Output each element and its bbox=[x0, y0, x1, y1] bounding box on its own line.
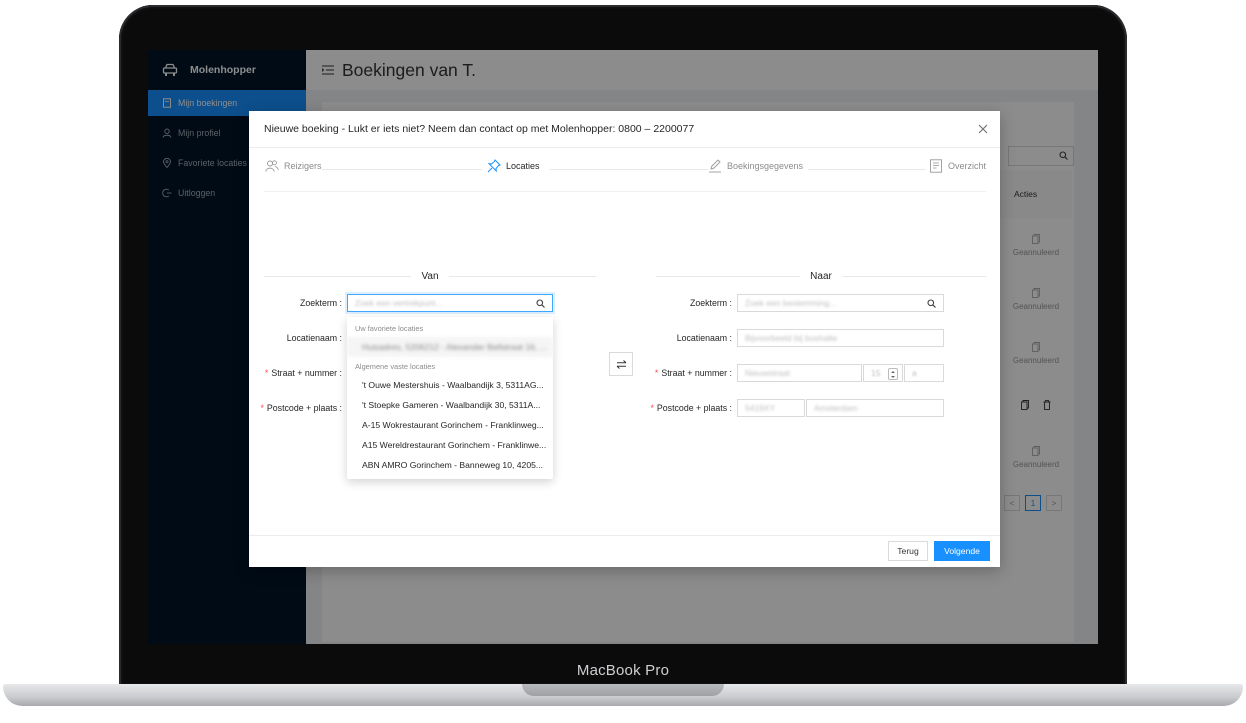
back-button[interactable]: Terug bbox=[888, 541, 928, 561]
van-straat-label: * Straat + nummer : bbox=[264, 368, 342, 378]
van-locatienaam-label: Locatienaam : bbox=[286, 333, 342, 343]
section-title: Naar bbox=[810, 270, 832, 282]
number-stepper[interactable] bbox=[888, 368, 898, 380]
section-title: Van bbox=[421, 270, 439, 282]
modal-footer-divider bbox=[249, 535, 1000, 536]
naar-postcode-label: * Postcode + plaats : bbox=[650, 403, 732, 413]
naar-search-input[interactable]: Zoek een bestemming... bbox=[737, 294, 944, 312]
step-connector bbox=[550, 169, 710, 170]
steps-divider bbox=[264, 191, 986, 192]
naar-locatienaam-input[interactable]: Bijvoorbeeld bij bushalte bbox=[737, 329, 944, 347]
steps-bar: Reizigers Locaties Boekingsgegevens Over… bbox=[264, 159, 987, 179]
step-connector bbox=[322, 169, 482, 170]
step-label: Overzicht bbox=[948, 161, 987, 171]
van-heading: Van bbox=[264, 269, 596, 283]
step-label: Reizigers bbox=[284, 161, 322, 171]
modal-title: Nieuwe boeking - Lukt er iets niet? Neem… bbox=[264, 123, 695, 135]
modal-header: Nieuwe boeking - Lukt er iets niet? Neem… bbox=[249, 111, 1000, 148]
naar-street-input[interactable]: Nieuwstraat bbox=[737, 364, 862, 382]
close-icon[interactable] bbox=[977, 123, 989, 135]
new-booking-modal: Nieuwe boeking - Lukt er iets niet? Neem… bbox=[249, 111, 1000, 567]
laptop-notch bbox=[522, 684, 724, 696]
step-label: Locaties bbox=[506, 161, 540, 171]
naar-postcode-input[interactable]: 5419XY bbox=[737, 399, 805, 417]
pin-icon bbox=[487, 159, 501, 173]
naar-heading: Naar bbox=[656, 269, 986, 283]
search-icon[interactable] bbox=[536, 299, 545, 308]
swap-locations-button[interactable] bbox=[609, 352, 633, 376]
van-zoekterm-label: Zoekterm : bbox=[299, 298, 342, 308]
dropdown-option[interactable]: 't Ouwe Mestershuis - Waalbandijk 3, 531… bbox=[347, 375, 553, 395]
dropdown-option[interactable]: A-15 Wokrestaurant Gorinchem - Franklinw… bbox=[347, 415, 553, 435]
naar-addition-input[interactable]: a bbox=[904, 364, 944, 382]
dropdown-option[interactable]: A15 Wereldrestaurant Gorinchem - Frankli… bbox=[347, 435, 553, 455]
dropdown-group-general: Algemene vaste locaties bbox=[355, 361, 436, 371]
device-label: MacBook Pro bbox=[576, 662, 670, 679]
edit-icon bbox=[709, 159, 721, 173]
users-icon bbox=[265, 160, 279, 172]
step-boekingsgegevens[interactable]: Boekingsgegevens bbox=[708, 159, 804, 173]
van-postcode-label: * Postcode + plaats : bbox=[260, 403, 342, 413]
dropdown-option[interactable]: Huisadres, 5206212 - Alexander Bellstraa… bbox=[347, 337, 553, 357]
van-search-input[interactable]: Zoek een vertrekpunt... bbox=[347, 294, 553, 312]
naar-number-input[interactable]: 15 bbox=[863, 364, 903, 382]
step-connector bbox=[808, 169, 926, 170]
naar-locatienaam-label: Locatienaam : bbox=[676, 333, 732, 343]
naar-zoekterm-label: Zoekterm : bbox=[689, 298, 732, 308]
step-label: Boekingsgegevens bbox=[727, 161, 804, 171]
dropdown-group-favorites: Uw favoriete locaties bbox=[355, 323, 424, 333]
naar-straat-label: * Straat + nummer : bbox=[654, 368, 732, 378]
dropdown-option[interactable]: ABN AMRO Gorinchem - Banneweg 10, 4205..… bbox=[347, 455, 553, 475]
search-icon[interactable] bbox=[927, 299, 936, 308]
naar-city-input[interactable]: Amsterdam bbox=[806, 399, 944, 417]
location-dropdown: Uw favoriete locaties Huisadres, 5206212… bbox=[347, 317, 553, 479]
next-button[interactable]: Volgende bbox=[934, 541, 990, 561]
swap-icon bbox=[616, 359, 626, 369]
step-reizigers[interactable]: Reizigers bbox=[265, 159, 322, 173]
checklist-icon bbox=[930, 159, 942, 173]
dropdown-option[interactable]: 't Stoepke Gameren - Waalbandijk 30, 531… bbox=[347, 395, 553, 415]
step-overzicht[interactable]: Overzicht bbox=[929, 159, 987, 173]
step-locaties[interactable]: Locaties bbox=[487, 159, 540, 173]
